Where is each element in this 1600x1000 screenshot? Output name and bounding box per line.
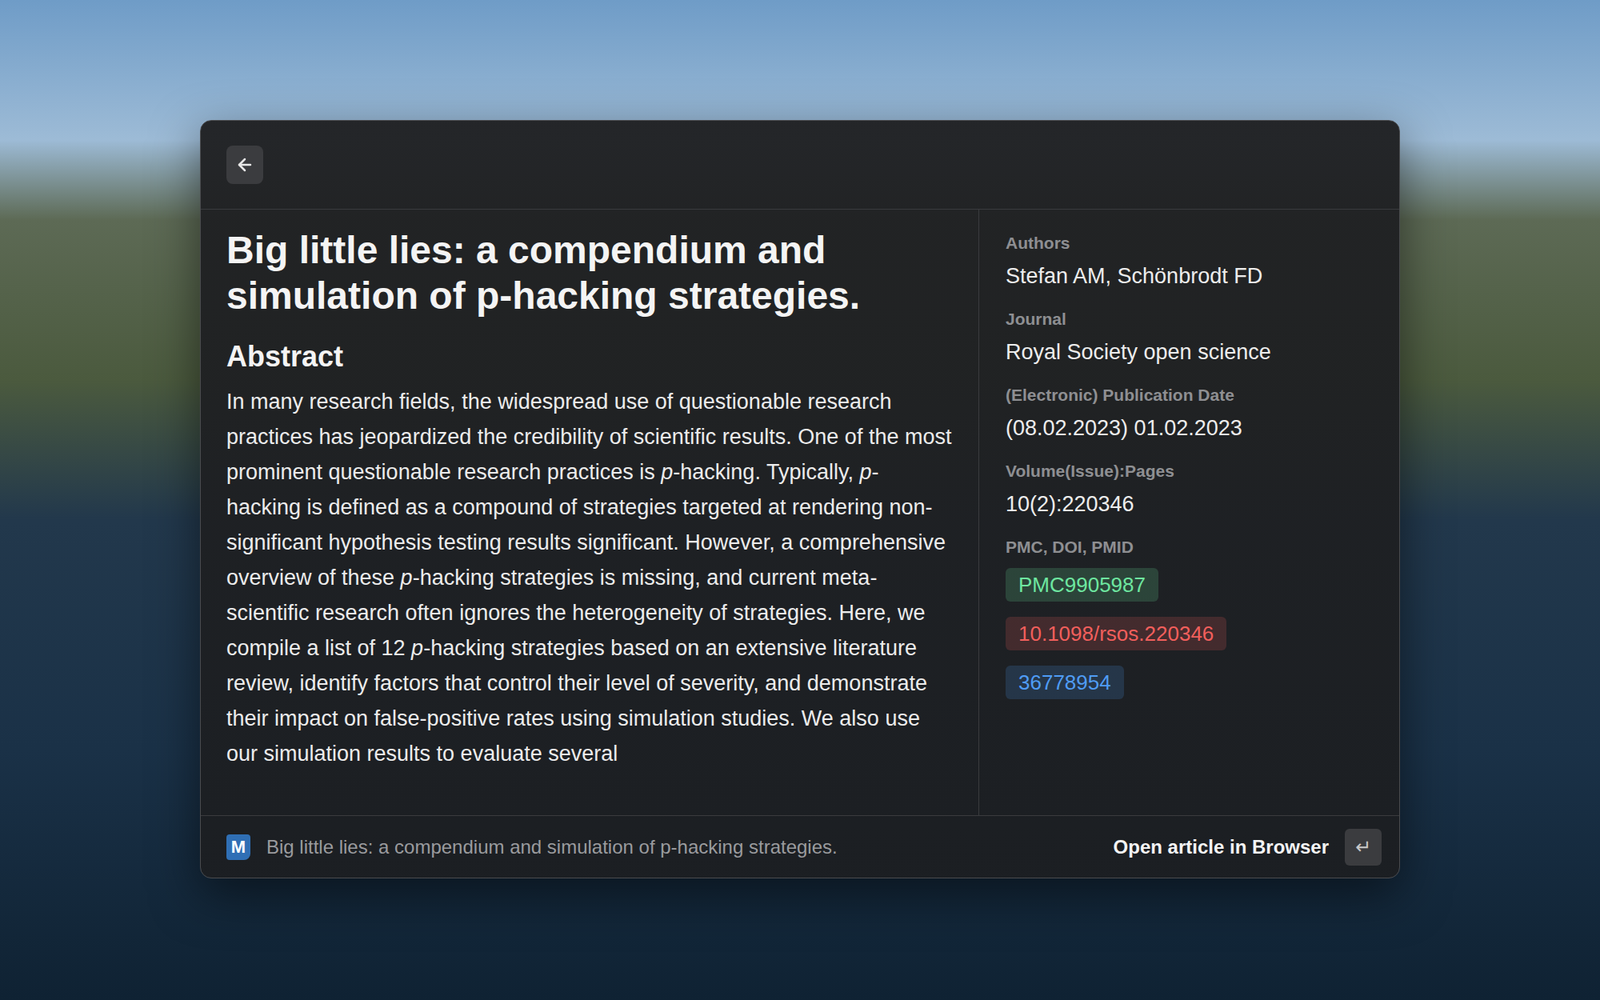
field-value: Stefan AM, Schönbrodt FD bbox=[1005, 264, 1380, 289]
metadata-field: (Electronic) Publication Date (08.02.2023… bbox=[1005, 385, 1380, 441]
field-value: (08.02.2023) 01.02.2023 bbox=[1005, 416, 1380, 441]
metadata-field: Volume(Issue):Pages 10(2):220346 bbox=[1005, 461, 1380, 517]
abstract-text: In many research fields, the widespread … bbox=[226, 384, 953, 772]
abstract-segment: p bbox=[400, 565, 413, 590]
article-panel: Big little lies: a compendium and simula… bbox=[200, 209, 980, 816]
field-label: Journal bbox=[1005, 309, 1380, 329]
field-label: PMC, DOI, PMID bbox=[1005, 537, 1380, 557]
abstract-segment: p bbox=[859, 460, 872, 484]
abstract-segment: -hacking. Typically, bbox=[672, 460, 860, 484]
field-label: Authors bbox=[1005, 233, 1380, 253]
return-key[interactable]: ↵ bbox=[1344, 828, 1382, 866]
abstract-segment: p bbox=[660, 460, 673, 484]
field-label: Volume(Issue):Pages bbox=[1005, 461, 1380, 481]
abstract-segment: p bbox=[411, 636, 424, 660]
identifier-list: PMC9905987 10.1098/rsos.220346 36778954 bbox=[1005, 568, 1380, 700]
article-window: Big little lies: a compendium and simula… bbox=[200, 120, 1400, 879]
identifier-badge[interactable]: 36778954 bbox=[1005, 665, 1124, 700]
field-value: 10(2):220346 bbox=[1005, 492, 1380, 517]
header-bar bbox=[200, 120, 1400, 210]
footer-bar: M Big little lies: a compendium and simul… bbox=[200, 815, 1400, 878]
arrow-left-icon bbox=[235, 155, 255, 175]
field-value: Royal Society open science bbox=[1005, 340, 1380, 365]
article-title: Big little lies: a compendium and simula… bbox=[226, 227, 953, 319]
abstract-heading: Abstract bbox=[226, 339, 953, 375]
back-button[interactable] bbox=[226, 145, 264, 184]
metadata-panel: Authors Stefan AM, Schönbrodt FD Journal Ro… bbox=[979, 209, 1400, 816]
pubmed-logo-icon: M bbox=[226, 834, 251, 860]
metadata-field: Journal Royal Society open science bbox=[1005, 309, 1380, 365]
identifier-badge[interactable]: PMC9905987 bbox=[1005, 568, 1159, 602]
identifier-badge[interactable]: 10.1098/rsos.220346 bbox=[1005, 616, 1227, 651]
open-in-browser-action[interactable]: Open article in Browser bbox=[1113, 836, 1329, 859]
field-label: (Electronic) Publication Date bbox=[1005, 385, 1380, 405]
desktop-wallpaper: Big little lies: a compendium and simula… bbox=[0, 0, 1600, 1000]
footer-title: Big little lies: a compendium and simula… bbox=[266, 836, 1098, 859]
metadata-field: Authors Stefan AM, Schönbrodt FD bbox=[1005, 233, 1380, 289]
content-area: Big little lies: a compendium and simula… bbox=[200, 209, 1400, 816]
identifiers-field: PMC, DOI, PMID PMC9905987 10.1098/rsos.220… bbox=[1005, 537, 1380, 700]
